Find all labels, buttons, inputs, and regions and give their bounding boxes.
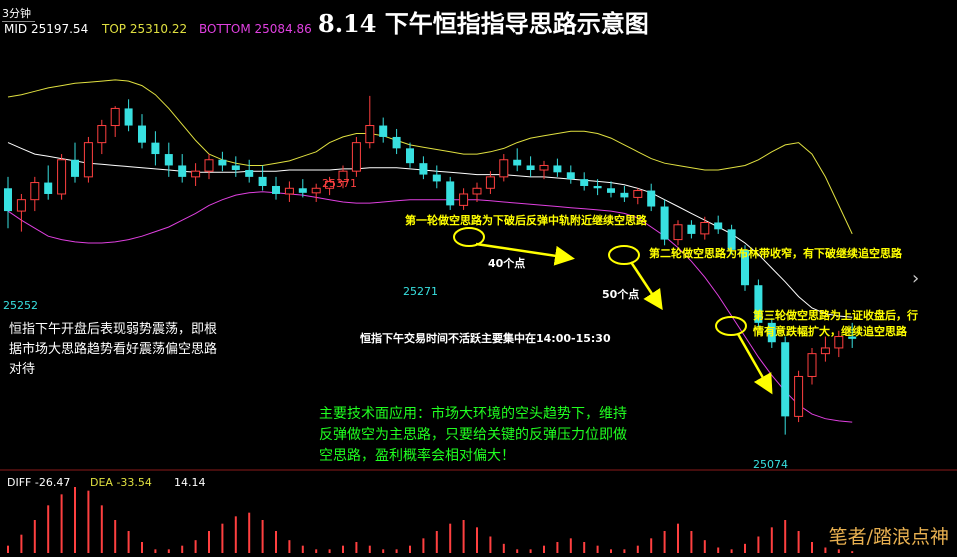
candle-body xyxy=(513,159,522,166)
candle-body xyxy=(820,347,830,355)
annotation-round3-line1: 第三轮做空思路为上证收盘后，行 xyxy=(753,309,918,322)
green-note-line1: 主要技术面应用：市场大环境的空头趋势下，维持 xyxy=(319,406,627,422)
annotation-session: 恒指下午交易时间不活跃主要集中在14:00-15:30 xyxy=(360,332,611,345)
candle-body xyxy=(124,108,133,126)
candle-body xyxy=(499,159,509,178)
candle-body xyxy=(204,159,214,172)
annotation-40pts: 40个点 xyxy=(488,257,526,270)
annotation-round1: 第一轮做空思路为下破后反弹中轨附近继续空思路 xyxy=(405,214,647,227)
top-indicator: TOP 25310.22 xyxy=(102,22,188,36)
candle-body xyxy=(607,188,615,193)
mid-indicator: MID 25197.54 xyxy=(4,22,89,36)
candle-body xyxy=(218,159,227,166)
trend-arrow xyxy=(736,333,773,395)
candle-body xyxy=(97,125,107,144)
candle-body xyxy=(539,164,549,171)
candle-body xyxy=(4,188,12,212)
candle-body xyxy=(311,187,321,194)
candle-body xyxy=(472,187,482,195)
price-high-mid: 25371 xyxy=(322,177,357,190)
candle-body xyxy=(178,165,187,177)
highlight-circle xyxy=(608,245,640,265)
chart-title: 8.14 下午恒指指导思路示意图 xyxy=(318,9,649,38)
candle-body xyxy=(71,159,79,177)
candle-body xyxy=(526,165,535,171)
candle-body xyxy=(714,222,723,230)
watermark: 笔者/踏浪点神 xyxy=(828,526,949,548)
candle-body xyxy=(794,375,804,417)
diff-indicator: DIFF -26.47 xyxy=(7,476,71,489)
candle-body xyxy=(700,221,710,235)
candle-body xyxy=(485,176,495,189)
candle-body xyxy=(633,190,643,198)
bottom-indicator: BOTTOM 25084.86 xyxy=(199,22,312,36)
candle-body xyxy=(191,170,201,178)
candle-body xyxy=(44,182,53,194)
candles xyxy=(4,95,857,435)
candle-body xyxy=(164,154,173,166)
candle-body xyxy=(258,176,267,186)
candle-body xyxy=(57,159,67,195)
annotation-50pts: 50个点 xyxy=(602,288,640,301)
macd-panel xyxy=(7,487,854,553)
candle-body xyxy=(673,224,683,241)
candle-body xyxy=(459,193,469,206)
candle-body xyxy=(16,199,26,212)
candle-body xyxy=(231,165,240,171)
candle-body xyxy=(432,174,441,182)
chevron-right-icon[interactable]: › xyxy=(912,268,919,289)
price-low-right: 25074 xyxy=(753,458,788,471)
price-low-mid: 25271 xyxy=(403,285,438,298)
candle-body xyxy=(365,125,375,144)
candle-body xyxy=(620,192,629,198)
annotation-round2: 第二轮做空思路为布林带收窄，有下破继续追空思路 xyxy=(649,247,902,260)
candle-body xyxy=(406,148,414,164)
candle-body xyxy=(110,107,120,127)
price-low-left: 25252 xyxy=(3,299,38,312)
candle-body xyxy=(446,181,455,206)
dea-indicator: DEA -33.54 xyxy=(90,476,152,489)
candle-body xyxy=(284,187,294,195)
candle-body xyxy=(593,185,602,189)
candle-body xyxy=(392,136,401,149)
candle-body xyxy=(245,170,254,177)
green-note-line2: 反弹做空为主思路，只要给关键的反弹压力位即做 xyxy=(319,427,627,443)
period-selector[interactable]: 3分钟 xyxy=(2,5,35,22)
left-note: 恒指下午开盘后表现弱势震荡，即根 据市场大思路趋势看好震荡偏空思路 对待 xyxy=(9,320,217,380)
left-note-line3: 对待 xyxy=(9,362,36,377)
candle-body xyxy=(272,185,280,194)
green-note: 主要技术面应用：市场大环境的空头趋势下，维持 反弹做空为主思路，只要给关键的反弹… xyxy=(319,404,627,467)
highlight-circle xyxy=(715,316,747,336)
candle-body xyxy=(580,179,589,186)
annotation-round3-line2: 情有意跌幅扩大，继续追空思路 xyxy=(753,325,907,338)
candle-body xyxy=(553,165,562,173)
green-note-line3: 空思路，盈利概率会相对偏大！ xyxy=(319,448,515,464)
candle-body xyxy=(83,142,93,178)
candle-body xyxy=(30,182,40,201)
top-band-line xyxy=(7,79,853,235)
candle-body xyxy=(660,206,669,240)
left-note-line2: 据市场大思路趋势看好震荡偏空思路 xyxy=(9,342,218,357)
candle-body xyxy=(151,142,160,155)
candle-body xyxy=(419,163,428,175)
candle-body xyxy=(298,188,307,193)
chart-canvas xyxy=(0,79,957,553)
candle-body xyxy=(807,353,817,377)
candle-body xyxy=(138,125,146,143)
candle-body xyxy=(379,125,388,137)
candle-body xyxy=(687,224,696,234)
macd-value: 14.14 xyxy=(174,476,206,489)
candle-body xyxy=(781,342,790,417)
candle-body xyxy=(566,172,575,180)
candle-body xyxy=(647,190,656,207)
left-note-line1: 恒指下午开盘后表现弱势震荡，即根 xyxy=(9,322,218,337)
candle-body xyxy=(351,142,361,172)
